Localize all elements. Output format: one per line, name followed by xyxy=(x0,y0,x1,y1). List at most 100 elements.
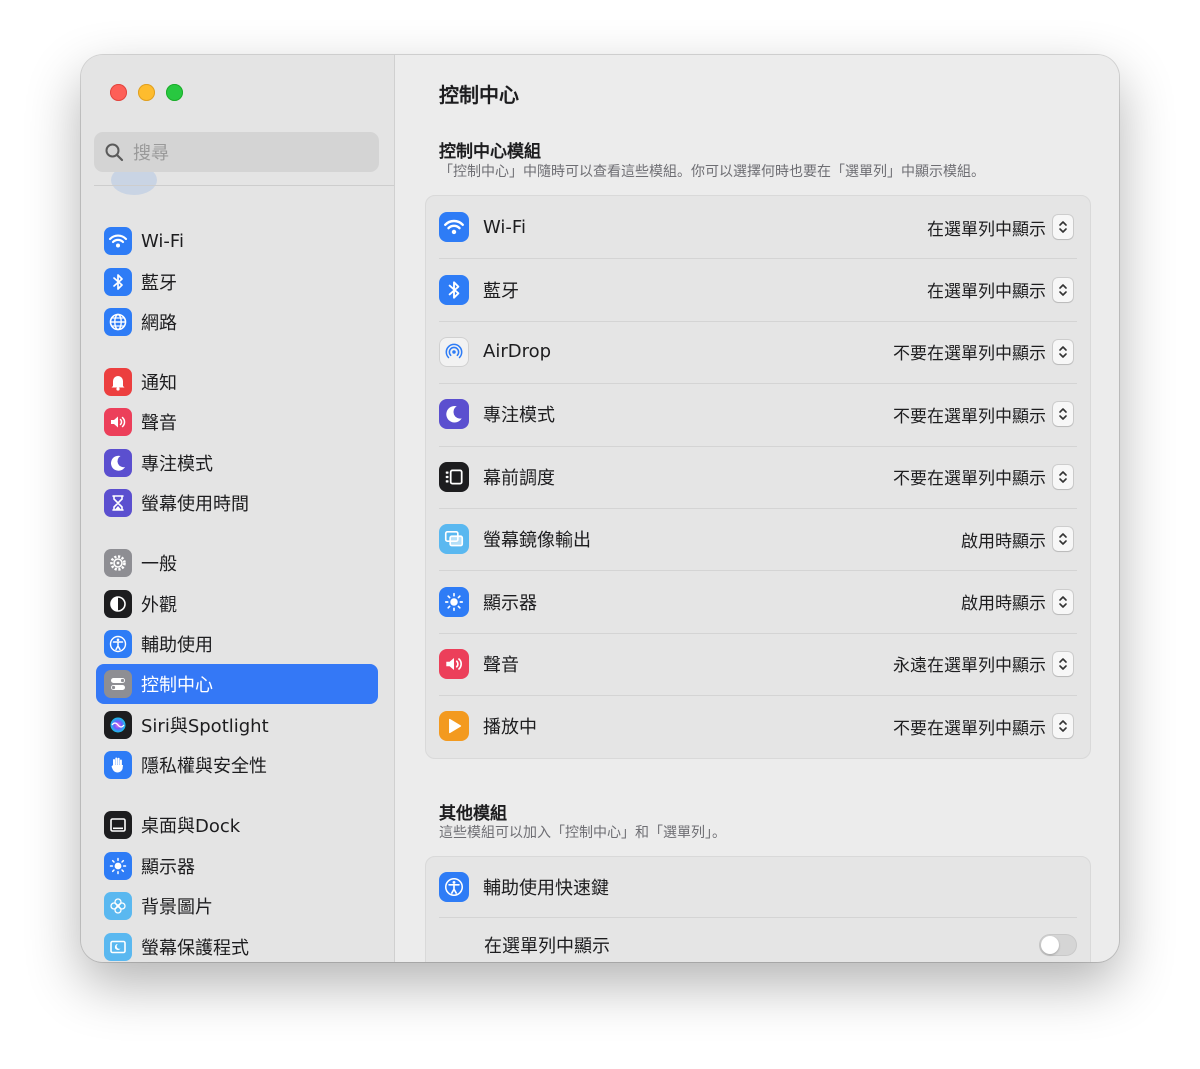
sidebar-item-screen-saver[interactable]: 螢幕保護程式 xyxy=(96,927,378,962)
sidebar-item-siri-spotlight[interactable]: Siri與Spotlight xyxy=(96,705,378,745)
siri-icon xyxy=(104,711,132,739)
sidebar-item-label: 輔助使用 xyxy=(141,635,213,656)
sidebar: 搜尋 Wi-Fi 藍牙 網路 通知 聲音 專注模式 螢幕使用時間 一般 外觀 輔… xyxy=(81,55,395,962)
module-row-now-playing: 播放中 不要在選單列中顯示 xyxy=(426,695,1090,757)
sidebar-item-label: 一般 xyxy=(141,554,177,575)
module-label: 螢幕鏡像輸出 xyxy=(483,530,591,552)
sidebar-item-screen-time[interactable]: 螢幕使用時間 xyxy=(96,483,378,523)
appearance-icon xyxy=(104,590,132,618)
popup-stepper[interactable] xyxy=(1053,464,1073,489)
show-in-menu-bar-toggle[interactable] xyxy=(1039,934,1077,956)
sidebar-item-label: 通知 xyxy=(141,373,177,394)
menu-bar-visibility-value[interactable]: 永遠在選單列中顯示 xyxy=(893,651,1046,676)
bluetooth-icon xyxy=(439,274,469,305)
module-row-wifi: Wi-Fi 在選單列中顯示 xyxy=(426,196,1090,258)
zoom-button[interactable] xyxy=(166,84,183,101)
search-icon xyxy=(105,143,124,162)
chevron-up-down-icon xyxy=(1059,533,1067,545)
sidebar-item-notifications[interactable]: 通知 xyxy=(96,362,378,402)
menu-bar-visibility-value[interactable]: 不要在選單列中顯示 xyxy=(893,464,1046,489)
globe-icon xyxy=(104,308,132,336)
menu-bar-visibility-value[interactable]: 啟用時顯示 xyxy=(961,527,1046,552)
sidebar-item-bluetooth[interactable]: 藍牙 xyxy=(96,262,378,302)
menu-bar-visibility-value[interactable]: 不要在選單列中顯示 xyxy=(893,339,1046,364)
module-label: 聲音 xyxy=(483,654,519,676)
popup-stepper[interactable] xyxy=(1053,215,1073,240)
module-label: 藍牙 xyxy=(483,280,519,302)
sidebar-item-label: 隱私權與安全性 xyxy=(141,756,267,777)
control-center-icon xyxy=(104,670,132,698)
module-label: 顯示器 xyxy=(483,592,537,614)
search-placeholder: 搜尋 xyxy=(133,143,169,164)
popup-stepper[interactable] xyxy=(1053,339,1073,364)
module-row-show-in-menu-bar: 在選單列中顯示 xyxy=(426,917,1090,962)
module-row-screen-mirroring: 螢幕鏡像輸出 啟用時顯示 xyxy=(426,507,1090,570)
screensaver-icon xyxy=(104,933,132,961)
modules-card: Wi-Fi 在選單列中顯示 藍牙 在選單列中顯示 AirDrop 不要在選單列中… xyxy=(425,195,1091,759)
sidebar-item-displays[interactable]: 顯示器 xyxy=(96,846,378,886)
dock-icon xyxy=(104,811,132,839)
bell-icon xyxy=(104,368,132,396)
sidebar-item-general[interactable]: 一般 xyxy=(96,543,378,583)
module-row-stage-manager: 幕前調度 不要在選單列中顯示 xyxy=(426,445,1090,508)
popup-stepper[interactable] xyxy=(1053,589,1073,614)
sidebar-item-label: 螢幕保護程式 xyxy=(141,938,249,959)
sidebar-item-label: 桌面與Dock xyxy=(141,816,241,837)
sidebar-item-wallpaper[interactable]: 背景圖片 xyxy=(96,886,378,926)
search-field[interactable]: 搜尋 xyxy=(94,132,379,172)
airdrop-icon xyxy=(439,336,469,367)
brightness-icon xyxy=(439,586,469,617)
sidebar-item-label: Siri與Spotlight xyxy=(141,716,269,737)
main-pane: 控制中心 控制中心模組 「控制中心」中隨時可以查看這些模組。你可以選擇何時也要在… xyxy=(395,55,1119,962)
module-row-sound: 聲音 永遠在選單列中顯示 xyxy=(426,632,1090,695)
moon-icon xyxy=(439,399,469,430)
menu-bar-visibility-value[interactable]: 啟用時顯示 xyxy=(961,589,1046,614)
sidebar-item-privacy[interactable]: 隱私權與安全性 xyxy=(96,745,378,785)
play-icon xyxy=(439,711,469,742)
hourglass-icon xyxy=(104,489,132,517)
hand-icon xyxy=(104,751,132,779)
stage-manager-icon xyxy=(439,461,469,492)
sidebar-item-label: 藍牙 xyxy=(141,273,177,294)
close-button[interactable] xyxy=(110,84,127,101)
sidebar-item-desktop-dock[interactable]: 桌面與Dock xyxy=(96,805,378,845)
popup-stepper[interactable] xyxy=(1053,651,1073,676)
minimize-button[interactable] xyxy=(138,84,155,101)
gear-icon xyxy=(104,549,132,577)
section-description-modules: 「控制中心」中隨時可以查看這些模組。你可以選擇何時也要在「選單列」中顯示模組。 xyxy=(439,164,985,180)
menu-bar-visibility-value[interactable]: 不要在選單列中顯示 xyxy=(893,714,1046,739)
popup-stepper[interactable] xyxy=(1053,714,1073,739)
sidebar-item-control-center[interactable]: 控制中心 xyxy=(96,664,378,704)
menu-bar-visibility-value[interactable]: 在選單列中顯示 xyxy=(927,277,1046,302)
sidebar-item-appearance[interactable]: 外觀 xyxy=(96,584,378,624)
wifi-icon xyxy=(439,212,469,243)
chevron-up-down-icon xyxy=(1059,720,1067,733)
sidebar-item-label: 控制中心 xyxy=(141,675,213,696)
sidebar-item-label: 網路 xyxy=(141,313,177,334)
chevron-up-down-icon xyxy=(1059,470,1067,483)
sidebar-item-label: 顯示器 xyxy=(141,857,195,878)
module-label: 播放中 xyxy=(483,717,537,739)
accessibility-icon xyxy=(439,872,469,902)
sidebar-item-sound[interactable]: 聲音 xyxy=(96,402,378,442)
menu-bar-visibility-value[interactable]: 在選單列中顯示 xyxy=(927,215,1046,240)
sidebar-item-wifi[interactable]: Wi-Fi xyxy=(96,221,378,261)
sidebar-item-network[interactable]: 網路 xyxy=(96,302,378,342)
sidebar-item-label: Wi-Fi xyxy=(141,230,184,252)
speaker-icon xyxy=(439,648,469,679)
toggle-label: 在選單列中顯示 xyxy=(484,936,610,957)
section-title-other: 其他模組 xyxy=(439,804,507,824)
section-title-modules: 控制中心模組 xyxy=(439,142,541,162)
window-controls xyxy=(110,84,183,101)
chevron-up-down-icon xyxy=(1059,408,1067,421)
popup-stepper[interactable] xyxy=(1053,402,1073,427)
popup-stepper[interactable] xyxy=(1053,527,1073,552)
menu-bar-visibility-value[interactable]: 不要在選單列中顯示 xyxy=(893,402,1046,427)
sidebar-item-accessibility[interactable]: 輔助使用 xyxy=(96,624,378,664)
speaker-icon xyxy=(104,408,132,436)
popup-stepper[interactable] xyxy=(1053,277,1073,302)
sidebar-item-label: 聲音 xyxy=(141,413,177,434)
sidebar-item-focus[interactable]: 專注模式 xyxy=(96,443,378,483)
chevron-up-down-icon xyxy=(1059,595,1067,608)
wallpaper-icon xyxy=(104,892,132,920)
